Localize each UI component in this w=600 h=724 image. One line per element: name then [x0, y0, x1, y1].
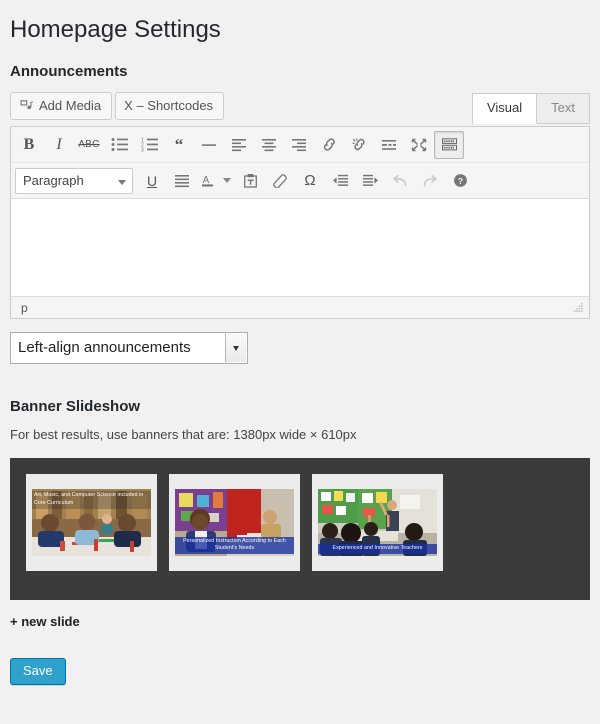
new-slide-link[interactable]: + new slide [10, 614, 80, 629]
indent-icon [362, 174, 379, 188]
align-center-button[interactable] [254, 131, 284, 159]
fullscreen-icon [411, 138, 427, 152]
announcement-alignment-select[interactable]: Left-align announcements [10, 332, 248, 365]
ordered-list-icon: 1 2 3 [141, 137, 158, 152]
clear-formatting-button[interactable] [265, 167, 295, 195]
unlink-icon [351, 137, 368, 152]
add-media-button[interactable]: Add Media [10, 92, 113, 121]
slide-caption: Personalized Instruction According to Ea… [175, 536, 294, 555]
slide-caption: Experienced and Innovative Teachers [318, 544, 437, 555]
save-button[interactable]: Save [10, 658, 66, 686]
banner-help-text: For best results, use banners that are: … [10, 427, 357, 443]
slide-item[interactable]: Art, Music, and Computer Science include… [26, 474, 157, 572]
tab-text[interactable]: Text [536, 93, 590, 125]
resize-grip-icon[interactable] [572, 302, 584, 314]
slide-thumbnail: Personalized Instruction According to Ea… [175, 489, 294, 557]
chevron-down-icon [233, 345, 239, 351]
editor-content-area[interactable] [11, 199, 589, 297]
unlink-button[interactable] [344, 131, 374, 159]
underline-button[interactable]: U [137, 167, 167, 195]
svg-text:A: A [203, 175, 210, 186]
announcement-alignment-value: Left-align announcements [18, 339, 191, 357]
media-icon [19, 96, 34, 111]
editor-toolbar-row-2: Paragraph U A Ω ? [11, 163, 589, 200]
outdent-button[interactable] [325, 167, 355, 195]
add-media-label: Add Media [39, 98, 102, 114]
editor-statusbar: p [11, 296, 589, 319]
banner-slideshow-section: Banner Slideshow For best results, use b… [10, 398, 590, 631]
unordered-list-icon [111, 137, 128, 152]
slide-thumbnail: Art, Music, and Computer Science include… [32, 489, 151, 557]
editor-mode-tabs: Visual Text [471, 93, 590, 125]
slide-caption: Art, Music, and Computer Science include… [32, 491, 151, 509]
strikethrough-button[interactable]: ABC [74, 131, 104, 159]
homepage-settings-page: Homepage Settings Announcements Add Medi… [0, 0, 600, 686]
banner-slideshow-list: Art, Music, and Computer Science include… [10, 458, 590, 601]
align-center-icon [261, 138, 277, 152]
redo-icon [422, 174, 438, 188]
svg-text:?: ? [457, 176, 462, 186]
select-dropdown-button[interactable] [225, 334, 246, 363]
text-color-icon: A [200, 173, 216, 188]
banner-heading: Banner Slideshow [10, 398, 141, 416]
read-more-icon [381, 138, 397, 152]
paste-as-text-icon [243, 173, 258, 188]
horizontal-rule-button[interactable] [194, 131, 224, 159]
omega-icon: Ω [304, 172, 316, 190]
bold-icon: B [23, 135, 35, 153]
element-path: p [21, 300, 28, 315]
justify-icon [174, 174, 190, 188]
bold-button[interactable]: B [14, 131, 44, 159]
horizontal-rule-icon [201, 138, 217, 152]
announcements-heading: Announcements [10, 63, 128, 81]
help-button[interactable]: ? [445, 167, 475, 195]
read-more-button[interactable] [374, 131, 404, 159]
align-right-icon [291, 138, 307, 152]
fullscreen-button[interactable] [404, 131, 434, 159]
editor-media-bar: Add Media X – Shortcodes Visual Text [10, 92, 590, 125]
strikethrough-icon: ABC [78, 138, 100, 150]
editor-toolbar-row-1: B I ABC 1 2 3 “ [11, 127, 589, 164]
outdent-icon [332, 174, 349, 188]
italic-button[interactable]: I [44, 131, 74, 159]
editor-box: B I ABC 1 2 3 “ Paragraph U A Ω ? p [10, 126, 590, 320]
chevron-down-icon [223, 178, 231, 184]
eraser-icon [272, 173, 288, 189]
link-button[interactable] [314, 131, 344, 159]
justify-button[interactable] [167, 167, 197, 195]
slide-item[interactable]: Personalized Instruction According to Ea… [169, 474, 300, 572]
toolbar-toggle-button[interactable] [434, 130, 464, 159]
toolbar-toggle-icon [441, 137, 458, 152]
align-right-button[interactable] [284, 131, 314, 159]
redo-button[interactable] [415, 167, 445, 195]
link-icon [321, 137, 338, 152]
align-left-button[interactable] [224, 131, 254, 159]
blockquote-button[interactable]: “ [164, 131, 194, 159]
align-left-icon [231, 138, 247, 152]
format-select-value: Paragraph [23, 172, 84, 188]
slide-item[interactable]: Experienced and Innovative Teachers [312, 474, 443, 572]
underline-icon: U [146, 172, 158, 189]
paste-as-text-button[interactable] [235, 167, 265, 195]
shortcodes-button[interactable]: X – Shortcodes [115, 92, 225, 121]
chevron-down-icon [118, 179, 126, 185]
ordered-list-button[interactable]: 1 2 3 [134, 131, 164, 159]
text-color-dropdown-toggle[interactable] [219, 167, 235, 195]
undo-icon [392, 174, 408, 188]
text-color-button[interactable]: A [197, 167, 219, 195]
announcements-editor: Add Media X – Shortcodes Visual Text B I… [10, 92, 590, 365]
slide-thumbnail: Experienced and Innovative Teachers [318, 489, 437, 557]
blockquote-icon: “ [174, 135, 184, 155]
shortcodes-label: X – Shortcodes [124, 98, 214, 114]
special-character-button[interactable]: Ω [295, 167, 325, 195]
svg-text:3: 3 [141, 147, 144, 152]
tab-visual[interactable]: Visual [471, 93, 538, 125]
italic-icon: I [56, 135, 62, 153]
format-select[interactable]: Paragraph [15, 167, 133, 194]
indent-button[interactable] [355, 167, 385, 195]
page-title: Homepage Settings [10, 16, 221, 43]
unordered-list-button[interactable] [104, 131, 134, 159]
help-icon: ? [453, 173, 468, 188]
undo-button[interactable] [385, 167, 415, 195]
